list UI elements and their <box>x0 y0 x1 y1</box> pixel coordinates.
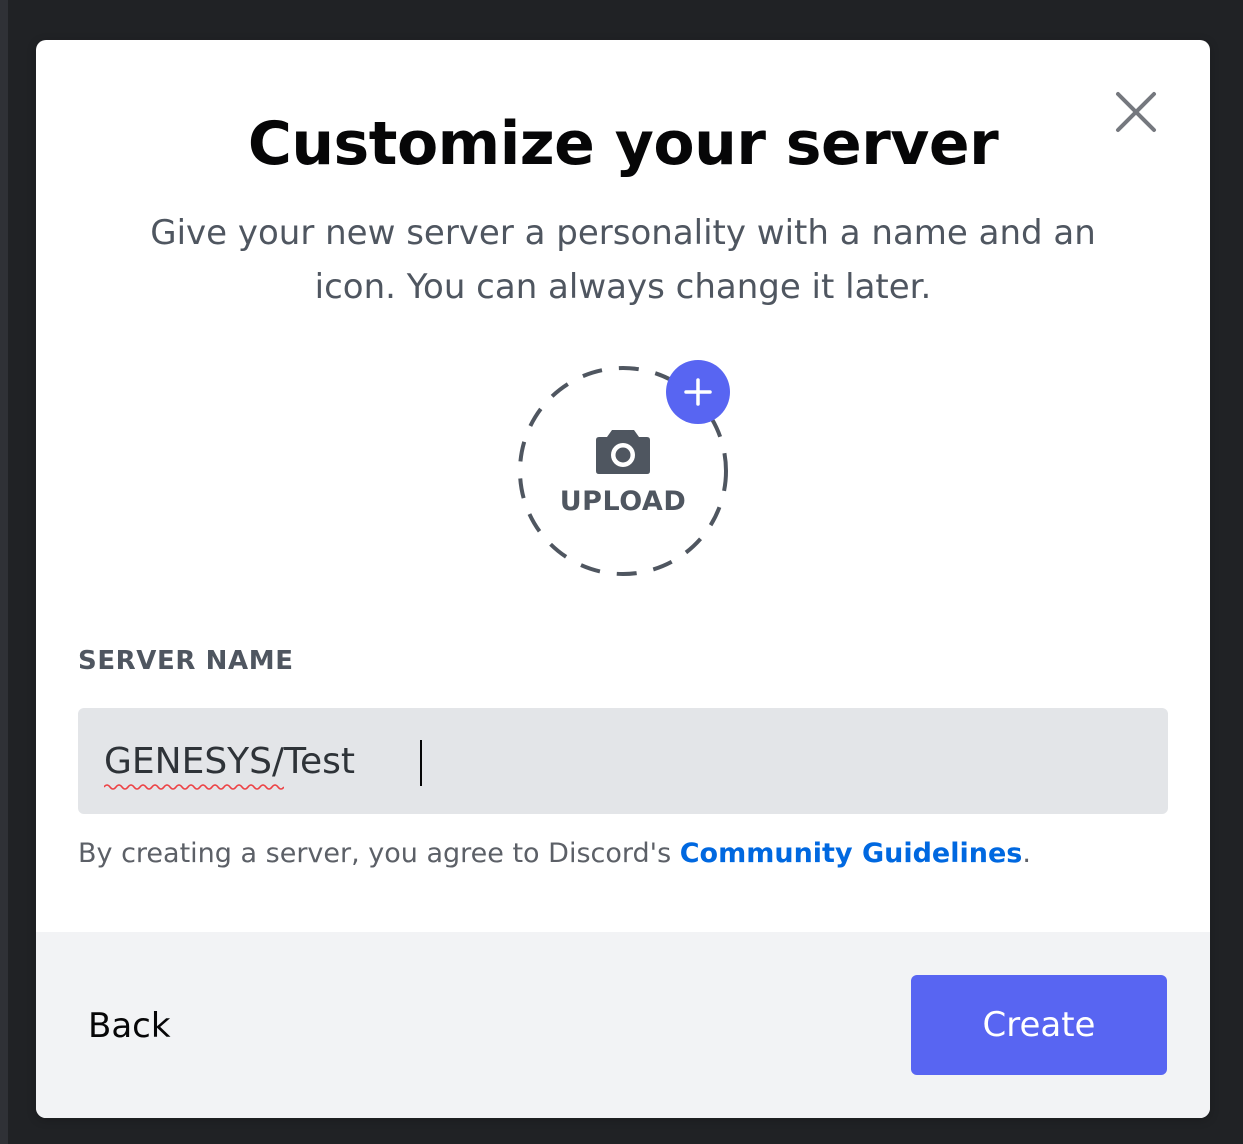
upload-icon-button[interactable]: UPLOAD <box>516 360 730 578</box>
upload-label: UPLOAD <box>559 486 687 517</box>
text-caret <box>420 740 422 786</box>
modal-subtitle: Give your new server a personality with … <box>150 213 1096 307</box>
spellcheck-underline <box>104 784 284 790</box>
community-guidelines-link[interactable]: Community Guidelines <box>680 838 1023 869</box>
camera-icon <box>596 430 650 474</box>
server-name-field[interactable] <box>78 708 1168 814</box>
modal-footer: Back Create <box>36 932 1210 1118</box>
terms-notice: By creating a server, you agree to Disco… <box>78 838 1031 869</box>
backdrop-edge <box>0 0 8 1144</box>
modal-title: Customize your server <box>247 109 999 179</box>
create-server-modal: Customize your server Give your new serv… <box>36 40 1210 1118</box>
create-button[interactable]: Create <box>911 975 1167 1075</box>
terms-prefix: By creating a server, you agree to Disco… <box>78 838 680 869</box>
add-icon-badge[interactable] <box>666 360 730 424</box>
plus-icon <box>684 378 712 406</box>
back-button[interactable]: Back <box>72 974 192 1078</box>
server-name-label: SERVER NAME <box>78 646 294 676</box>
server-name-input[interactable] <box>78 708 1168 814</box>
terms-suffix: . <box>1022 838 1031 869</box>
